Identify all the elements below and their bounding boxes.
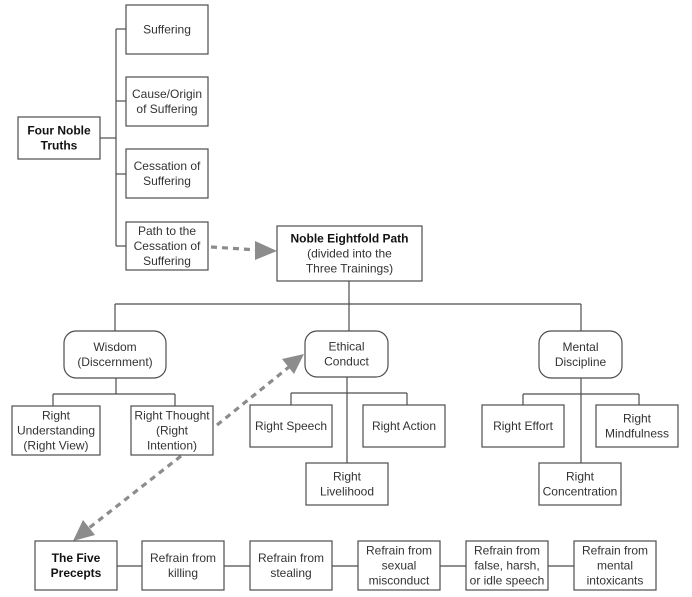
node-label-line: Right: [333, 470, 362, 484]
buddhism-concept-diagram: Four NobleTruths Suffering Cause/Originof …: [11, 4, 679, 591]
node-label-line: mental: [597, 559, 633, 573]
node-label-line: Concentration: [543, 485, 618, 499]
refrain-killing-node: Refrain fromkilling: [141, 540, 225, 591]
diagram-nodes: Four NobleTruths Suffering Cause/Originof …: [11, 4, 679, 591]
node-label-line: of Suffering: [136, 102, 197, 116]
node-label-line: Livelihood: [320, 485, 374, 499]
node-label-line: Mental: [562, 340, 598, 354]
four-noble-truths-node: Four NobleTruths: [17, 116, 101, 160]
node-label-line: (Right View): [23, 439, 88, 453]
node-label-line: Suffering: [143, 23, 191, 37]
node-label-line: Discipline: [555, 355, 607, 369]
node-label-line: Right Action: [372, 419, 436, 433]
refrain-sexual-misconduct-node: Refrain fromsexualmisconduct: [357, 540, 441, 591]
arrowhead: [255, 241, 277, 260]
node-label-line: Intention): [147, 439, 197, 453]
node-label-line: Refrain from: [150, 551, 216, 565]
node-label-line: (Discernment): [77, 355, 152, 369]
node-label-line: Ethical: [328, 340, 364, 354]
right-action-node: Right Action: [362, 404, 446, 448]
right-effort-node: Right Effort: [481, 404, 565, 448]
node-label-line: Right: [566, 470, 595, 484]
node-label-line: Understanding: [17, 424, 95, 438]
node-label-line: Conduct: [324, 355, 369, 369]
cessation-node: Cessation ofSuffering: [125, 148, 209, 199]
dashed-arrows: [73, 241, 304, 541]
node-label-line: Refrain from: [258, 551, 324, 565]
node-label-line: Three Trainings): [306, 262, 393, 276]
node-label-line: sexual: [382, 559, 417, 573]
node-label-line: Right Effort: [493, 419, 553, 433]
cause-origin-node: Cause/Originof Suffering: [125, 76, 209, 127]
node-label-line: Refrain from: [582, 544, 648, 558]
node-label-line: (divided into the: [307, 247, 392, 261]
node-label-line: Mindfulness: [605, 427, 669, 441]
node-label-line: The Five: [52, 551, 101, 565]
node-label-line: Cessation of: [134, 239, 201, 253]
node-label-line: Precepts: [51, 566, 102, 580]
node-label-line: Cause/Origin: [132, 87, 202, 101]
node-label-line: Right Thought: [134, 409, 210, 423]
refrain-false-speech-node: Refrain fromfalse, harsh,or idle speech: [465, 540, 549, 591]
right-speech-node: Right Speech: [249, 404, 333, 448]
right-understanding-node: RightUnderstanding(Right View): [11, 405, 101, 456]
node-label-line: Refrain from: [366, 544, 432, 558]
noble-eightfold-path-node: Noble Eightfold Path(divided into theThr…: [276, 225, 423, 282]
refrain-stealing-node: Refrain fromstealing: [249, 540, 333, 591]
node-label-line: Right: [42, 409, 71, 423]
node-label-line: intoxicants: [587, 574, 644, 588]
node-label-line: Right Speech: [255, 419, 327, 433]
node-label-line: misconduct: [369, 574, 430, 588]
four-noble-truths-connectors: [100, 28, 126, 247]
path-to-cessation-node: Path to theCessation ofSuffering: [125, 221, 209, 271]
node-label-line: Truths: [41, 139, 78, 153]
node-label-line: Wisdom: [93, 340, 136, 354]
right-mindfulness-node: RightMindfulness: [595, 404, 679, 448]
node-label-line: Suffering: [143, 254, 191, 268]
node-label-line: false, harsh,: [474, 559, 539, 573]
right-concentration-node: RightConcentration: [538, 462, 622, 506]
arrowhead: [73, 520, 95, 541]
node-label-line: or idle speech: [470, 574, 545, 588]
right-livelihood-node: RightLivelihood: [305, 462, 389, 506]
mental-discipline-node: MentalDiscipline: [538, 330, 623, 379]
arrow-thought-to-precepts: [88, 454, 182, 530]
right-thought-node: Right Thought(RightIntention): [130, 405, 214, 456]
node-label-line: Path to the: [138, 224, 196, 238]
arrowhead: [282, 354, 304, 374]
node-label-line: Noble Eightfold Path: [291, 232, 409, 246]
node-label-line: stealing: [270, 566, 311, 580]
node-label-line: (Right: [156, 424, 189, 438]
suffering-node: Suffering: [125, 4, 209, 55]
refrain-intoxicants-node: Refrain frommentalintoxicants: [573, 540, 657, 591]
arrow-path-to-eightfold: [210, 245, 259, 252]
node-label-line: Suffering: [143, 174, 191, 188]
node-label-line: Four Noble: [27, 124, 91, 138]
five-precepts-node: The FivePrecepts: [34, 540, 118, 591]
node-label-line: Right: [623, 412, 652, 426]
node-label-line: killing: [168, 566, 198, 580]
ethical-conduct-node: EthicalConduct: [304, 330, 389, 378]
wisdom-node: Wisdom(Discernment): [63, 330, 167, 379]
node-label-line: Cessation of: [134, 159, 201, 173]
node-label-line: Refrain from: [474, 544, 540, 558]
